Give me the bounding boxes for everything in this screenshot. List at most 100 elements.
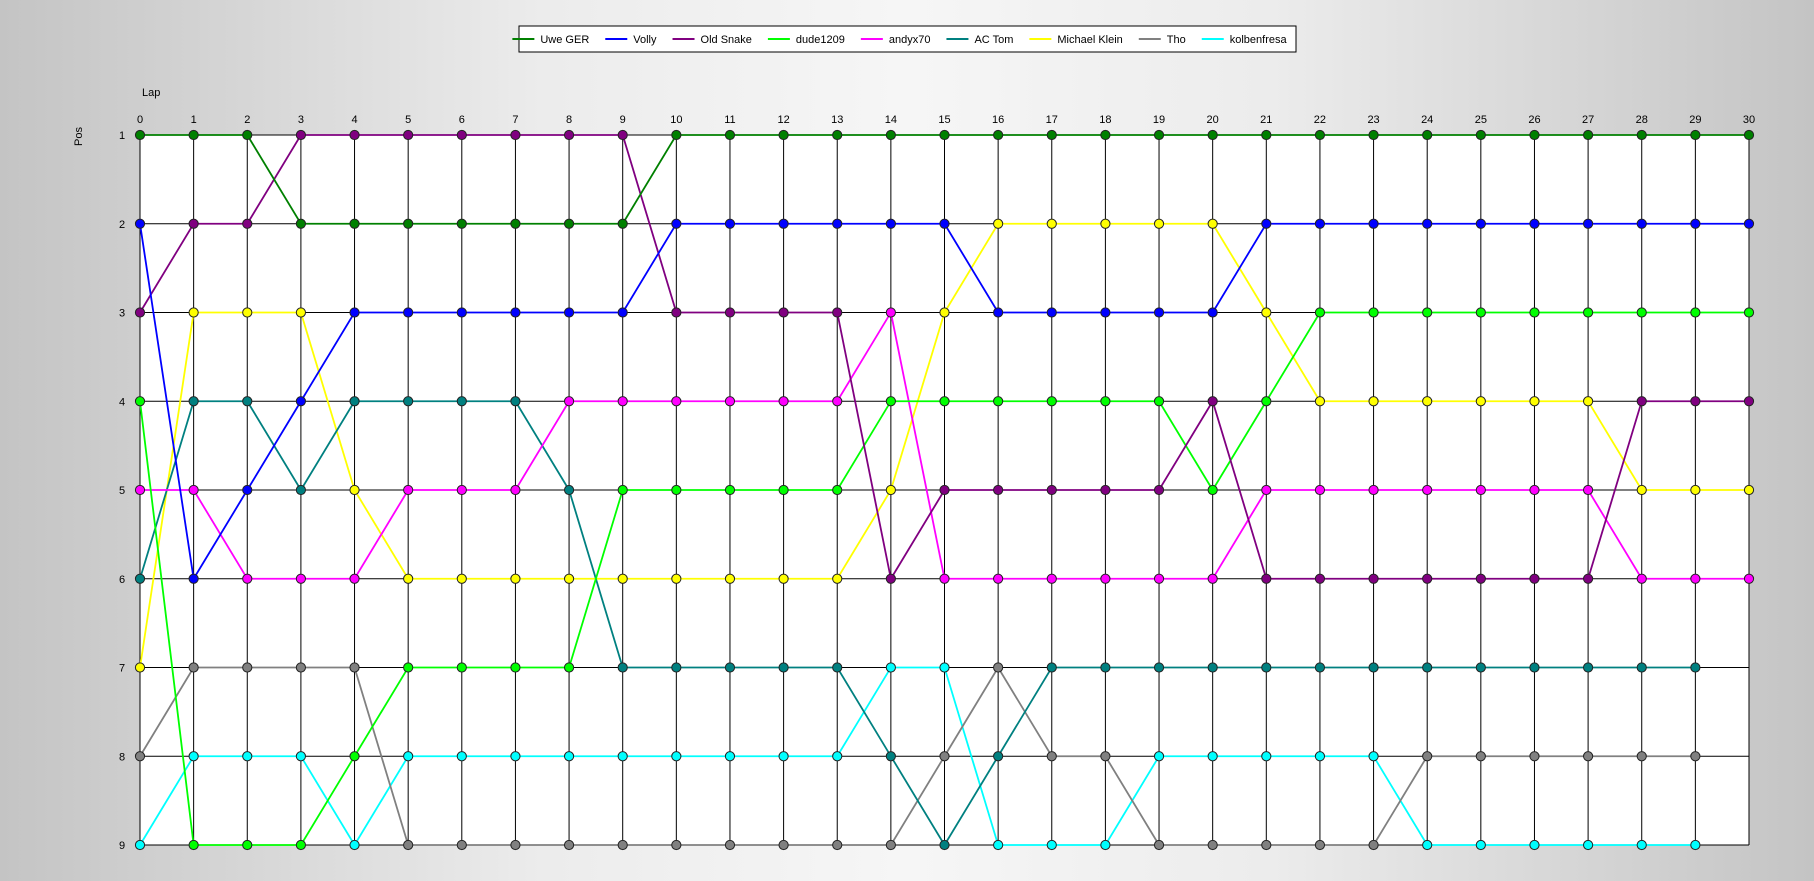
y-tick-label: 9 [119,840,125,852]
data-point [778,218,789,229]
data-point [510,751,521,762]
data-point [993,396,1004,407]
data-point [1100,573,1111,584]
data-point [671,484,682,496]
x-tick-label: 4 [351,114,357,126]
data-point [1046,396,1057,407]
legend-entry: Uwe GER [540,34,589,46]
data-point [1207,751,1218,762]
data-point [778,751,789,762]
data-point [295,751,306,762]
data-point [1475,751,1486,762]
data-point [349,573,360,584]
x-tick-label: 12 [777,114,789,126]
data-point [1100,129,1111,141]
data-point [563,751,575,762]
x-tick-label: 2 [244,114,250,126]
data-point [1690,396,1701,407]
data-point [349,484,360,496]
data-point [1153,484,1165,496]
data-point [563,307,575,318]
data-point [832,573,843,584]
data-point [563,218,575,229]
data-point [1261,662,1272,673]
data-point [1153,218,1165,229]
data-point [1207,839,1218,851]
data-point [1583,396,1594,407]
data-point [1261,218,1272,229]
data-point [1743,396,1755,407]
data-point [1690,662,1701,673]
data-point [617,839,628,851]
legend-entry: andyx70 [889,34,931,46]
data-point [295,129,306,141]
legend-entry: Volly [633,34,657,46]
data-point [1529,839,1540,851]
data-point [832,839,843,851]
data-point [563,129,575,141]
data-point [1475,662,1486,673]
data-point [724,839,736,851]
data-point [563,484,575,496]
data-point [617,751,628,762]
data-point [778,307,789,318]
legend: Uwe GER Volly Old Snake dude1209 andyx70 AC T… [512,25,1297,53]
data-point [993,129,1004,141]
data-point [134,662,146,673]
data-point [456,662,467,673]
data-point [1207,129,1218,141]
data-point [939,662,950,673]
data-point [134,218,146,229]
data-point [832,751,843,762]
data-point [188,218,199,229]
data-point [1636,573,1647,584]
x-axis-label: Lap [142,87,160,99]
data-point [1368,484,1379,496]
data-point [1529,307,1540,318]
data-point [1046,662,1057,673]
data-point [1583,307,1594,318]
data-point [671,839,682,851]
x-tick-label: 7 [512,114,518,126]
data-point [188,129,199,141]
data-point [1743,573,1755,584]
y-tick-label: 5 [119,485,125,497]
data-point [1529,484,1540,496]
data-point [134,484,146,496]
data-point [1690,751,1701,762]
data-point [1368,129,1379,141]
data-point [403,307,414,318]
data-point [671,129,682,141]
data-point [188,839,199,851]
data-point [1153,129,1165,141]
data-point [724,218,736,229]
data-point [563,662,575,673]
data-point [403,839,414,851]
data-point [188,396,199,407]
data-point [724,662,736,673]
data-point [1636,662,1647,673]
data-point [1153,662,1165,673]
data-point [1046,751,1057,762]
data-point [1368,839,1379,851]
data-point [885,573,896,584]
data-point [1046,484,1057,496]
data-point [671,662,682,673]
x-tick-label: 28 [1636,114,1648,126]
data-point [671,218,682,229]
data-point [1529,662,1540,673]
data-point [1636,218,1647,229]
data-point [1046,839,1057,851]
data-point [1153,751,1165,762]
data-point [295,307,306,318]
data-point [1368,396,1379,407]
data-point [242,662,253,673]
data-point [724,129,736,141]
data-point [832,307,843,318]
x-tick-label: 20 [1207,114,1219,126]
data-point [993,839,1004,851]
data-point [778,573,789,584]
data-point [403,751,414,762]
data-point [242,218,253,229]
y-tick-labels: 1 2 3 4 5 6 7 8 9 [119,130,125,852]
